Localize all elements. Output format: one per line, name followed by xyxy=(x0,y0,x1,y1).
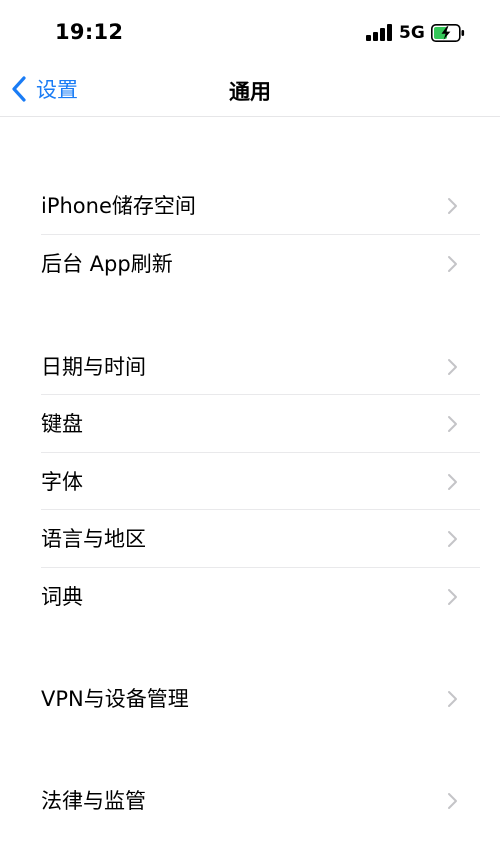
page-title: 通用 xyxy=(229,80,271,104)
list-item-fonts[interactable]: 字体 xyxy=(0,453,500,511)
navigation-bar: 设置 通用 xyxy=(0,66,500,117)
battery-charging-icon xyxy=(431,24,465,42)
list-item-language-region[interactable]: 语言与地区 xyxy=(0,510,500,568)
list-item-keyboard[interactable]: 键盘 xyxy=(0,395,500,453)
list-item-label: 法律与监管 xyxy=(41,789,146,813)
settings-general-screen: 19:12 5G 设置 通用 iPhone储存空间 后台 App刷新 日期与时间… xyxy=(0,0,500,852)
list-item-background-app-refresh[interactable]: 后台 App刷新 xyxy=(0,235,500,293)
cellular-signal-icon xyxy=(366,24,392,41)
chevron-right-icon xyxy=(448,793,457,809)
chevron-right-icon xyxy=(448,359,457,375)
chevron-right-icon xyxy=(448,531,457,547)
list-item-label: 语言与地区 xyxy=(41,527,146,551)
list-item-dictionary[interactable]: 词典 xyxy=(0,568,500,626)
chevron-right-icon xyxy=(448,691,457,707)
list-item-label: 日期与时间 xyxy=(41,355,146,379)
chevron-right-icon xyxy=(448,416,457,432)
list-item-label: 字体 xyxy=(41,470,83,494)
network-type: 5G xyxy=(399,23,425,43)
chevron-right-icon xyxy=(448,474,457,490)
chevron-right-icon xyxy=(448,198,457,214)
list-item-label: iPhone储存空间 xyxy=(41,194,196,218)
status-bar: 19:12 5G xyxy=(0,0,500,66)
list-item-vpn-device-management[interactable]: VPN与设备管理 xyxy=(0,670,500,728)
chevron-right-icon xyxy=(448,589,457,605)
list-item-label: 后台 App刷新 xyxy=(41,252,173,276)
list-item-label: 键盘 xyxy=(41,412,83,436)
status-time: 19:12 xyxy=(55,20,124,44)
chevron-right-icon xyxy=(448,256,457,272)
list-item-label: 词典 xyxy=(41,585,83,609)
list-item-date-time[interactable]: 日期与时间 xyxy=(0,338,500,396)
list-item-label: VPN与设备管理 xyxy=(41,687,189,711)
list-item-iphone-storage[interactable]: iPhone储存空间 xyxy=(0,177,500,235)
list-item-legal-regulatory[interactable]: 法律与监管 xyxy=(0,772,500,830)
